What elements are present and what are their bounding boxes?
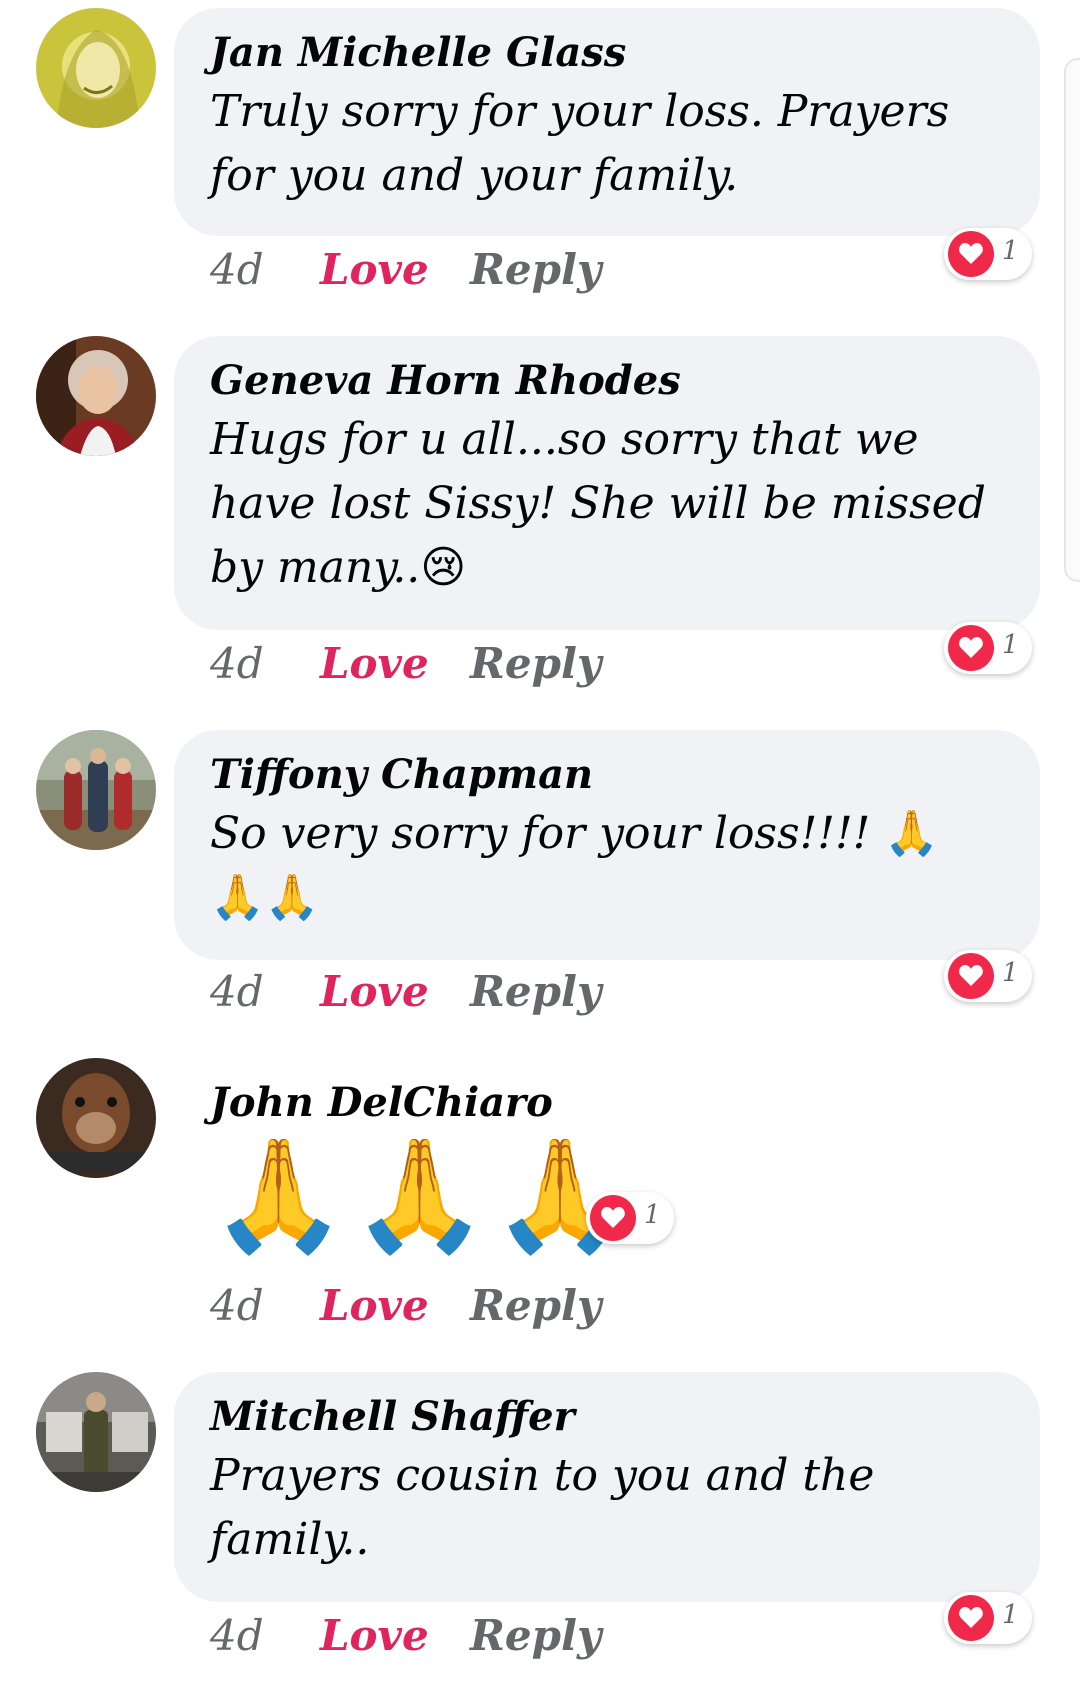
comment-actions: 4d Love Reply [210,1280,601,1332]
reaction-count: 1 [1002,958,1019,988]
comment-text: Hugs for u all...so sorry that we have l… [210,414,986,593]
reaction-badge[interactable]: 1 [586,1192,674,1244]
commenter-name[interactable]: Jan Michelle Glass [210,26,1000,80]
comment-actions: 4d Love Reply [210,638,601,690]
reaction-count: 1 [1002,1600,1019,1630]
timestamp[interactable]: 4d [210,1610,320,1662]
folded-hands-icon: 🙏🙏 [210,872,320,923]
timestamp[interactable]: 4d [210,638,320,690]
reply-button[interactable]: Reply [470,1610,601,1662]
folded-hands-icon: 🙏 [884,808,940,859]
reply-button[interactable]: Reply [470,966,601,1018]
commenter-name[interactable]: Mitchell Shaffer [210,1390,1000,1444]
heart-icon [948,625,994,671]
heart-icon [948,953,994,999]
love-button[interactable]: Love [320,1610,470,1662]
timestamp[interactable]: 4d [210,244,320,296]
comment-bubble[interactable]: Geneva Horn Rhodes Hugs for u all...so s… [174,336,1040,630]
reaction-count: 1 [1002,630,1019,660]
reaction-count: 1 [644,1200,661,1230]
reaction-badge[interactable]: 1 [944,622,1032,674]
scrollbar[interactable] [1064,58,1080,582]
reply-button[interactable]: Reply [470,638,601,690]
timestamp[interactable]: 4d [210,966,320,1018]
reply-button[interactable]: Reply [470,1280,601,1332]
heart-icon [948,231,994,277]
reaction-badge[interactable]: 1 [944,1592,1032,1644]
love-button[interactable]: Love [320,638,470,690]
timestamp[interactable]: 4d [210,1280,320,1332]
comment-text: Truly sorry for your loss. Prayers for y… [210,86,950,201]
avatar[interactable] [36,336,156,456]
commenter-name[interactable]: John DelChiaro [210,1076,754,1130]
avatar[interactable] [36,730,156,850]
love-button[interactable]: Love [320,244,470,296]
comment-bubble[interactable]: Jan Michelle Glass Truly sorry for your … [174,8,1040,236]
love-button[interactable]: Love [320,1280,470,1332]
comment-actions: 4d Love Reply [210,244,601,296]
avatar[interactable] [36,1058,156,1178]
reaction-count: 1 [1002,236,1019,266]
comment-actions: 4d Love Reply [210,966,601,1018]
comment-text: So very sorry for your loss!!!! [210,808,871,859]
reaction-badge[interactable]: 1 [944,228,1032,280]
comment-bubble[interactable]: Mitchell Shaffer Prayers cousin to you a… [174,1372,1040,1602]
comment-bubble[interactable]: John DelChiaro 🙏🙏🙏 [174,1058,794,1282]
reply-button[interactable]: Reply [470,244,601,296]
commenter-name[interactable]: Tiffony Chapman [210,748,1000,802]
avatar[interactable] [36,8,156,128]
heart-icon [590,1195,636,1241]
comment-actions: 4d Love Reply [210,1610,601,1662]
reaction-badge[interactable]: 1 [944,950,1032,1002]
crying-face-icon: 😢 [420,542,467,593]
folded-hands-icon: 🙏🙏🙏 [210,1131,633,1259]
heart-icon [948,1595,994,1641]
comment-text: Prayers cousin to you and the family.. [210,1450,875,1565]
commenter-name[interactable]: Geneva Horn Rhodes [210,354,1000,408]
avatar[interactable] [36,1372,156,1492]
comment-bubble[interactable]: Tiffony Chapman So very sorry for your l… [174,730,1040,960]
love-button[interactable]: Love [320,966,470,1018]
